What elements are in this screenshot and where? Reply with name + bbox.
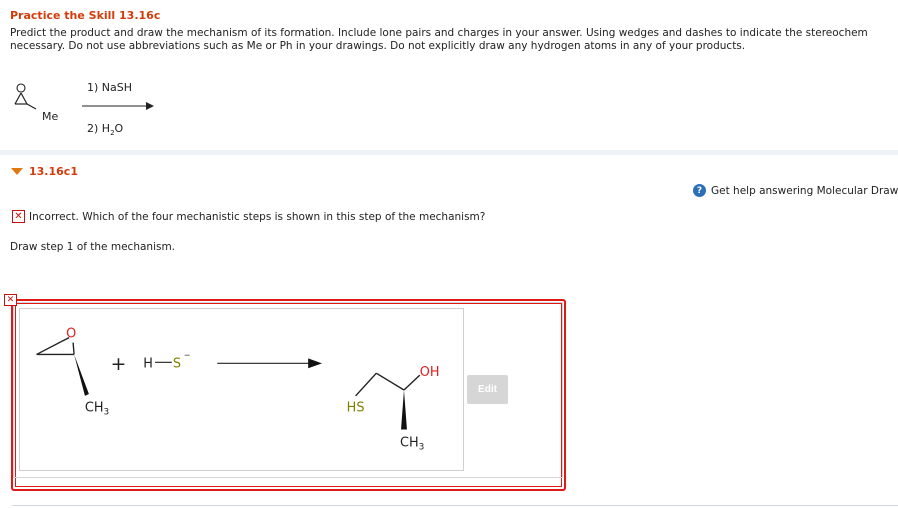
- reaction-arrow: [82, 102, 154, 110]
- reactant-oxygen: O: [66, 327, 76, 342]
- instruction-line-2: necessary. Do not use abbreviations such…: [10, 40, 746, 52]
- page-title: Practice the Skill 13.16c: [10, 9, 161, 22]
- nucleophile-sulfur: S: [173, 356, 181, 371]
- methyl-label: Me: [42, 110, 58, 123]
- question-instructions: Predict the product and draw the mechani…: [10, 27, 898, 53]
- product-thiol: HS: [347, 401, 365, 416]
- incorrect-icon: ✕: [12, 210, 25, 223]
- nucleophile-charge: −: [184, 350, 191, 359]
- hydrosulfide-nucleophile: H S −: [143, 350, 190, 371]
- product-molecule: OH HS CH3: [347, 365, 440, 452]
- reactant-epoxide: O CH3: [36, 327, 109, 418]
- product-hydroxyl: OH: [420, 365, 440, 380]
- plus-sign: +: [111, 354, 127, 375]
- help-icon: ?: [693, 184, 706, 197]
- help-text: Get help answering Molecular Draw: [711, 184, 898, 197]
- instruction-line-1: Predict the product and draw the mechani…: [10, 27, 868, 39]
- reagent-step-2: 2) H2O: [87, 122, 124, 137]
- reaction-scheme: Me 1) NaSH 2) H2O: [14, 81, 154, 137]
- feedback-text: Incorrect. Which of the four mechanistic…: [29, 210, 486, 223]
- error-marker-icon: ✕: [4, 294, 17, 306]
- mechanism-arrow: [217, 358, 322, 369]
- product-methyl: CH3: [400, 435, 424, 452]
- collapse-triangle-icon: [11, 168, 23, 175]
- step-prompt: Draw step 1 of the mechanism.: [10, 241, 176, 253]
- reactant-methyl: CH3: [85, 401, 109, 418]
- section-divider: [0, 150, 898, 155]
- reagent-step-1: 1) NaSH: [87, 81, 132, 94]
- feedback-message: ✕ Incorrect. Which of the four mechanist…: [12, 210, 485, 223]
- part-label: 13.16c1: [29, 165, 78, 178]
- molecule-drawing-canvas[interactable]: O CH3 + H S − OH HS CH3: [19, 308, 464, 471]
- part-toggle[interactable]: 13.16c1: [11, 165, 78, 178]
- nucleophile-hydrogen: H: [143, 356, 153, 371]
- help-link[interactable]: ? Get help answering Molecular Draw: [693, 184, 898, 197]
- bottom-divider: [12, 505, 898, 506]
- edit-button[interactable]: Edit: [467, 375, 508, 404]
- starting-epoxide: Me: [14, 83, 58, 123]
